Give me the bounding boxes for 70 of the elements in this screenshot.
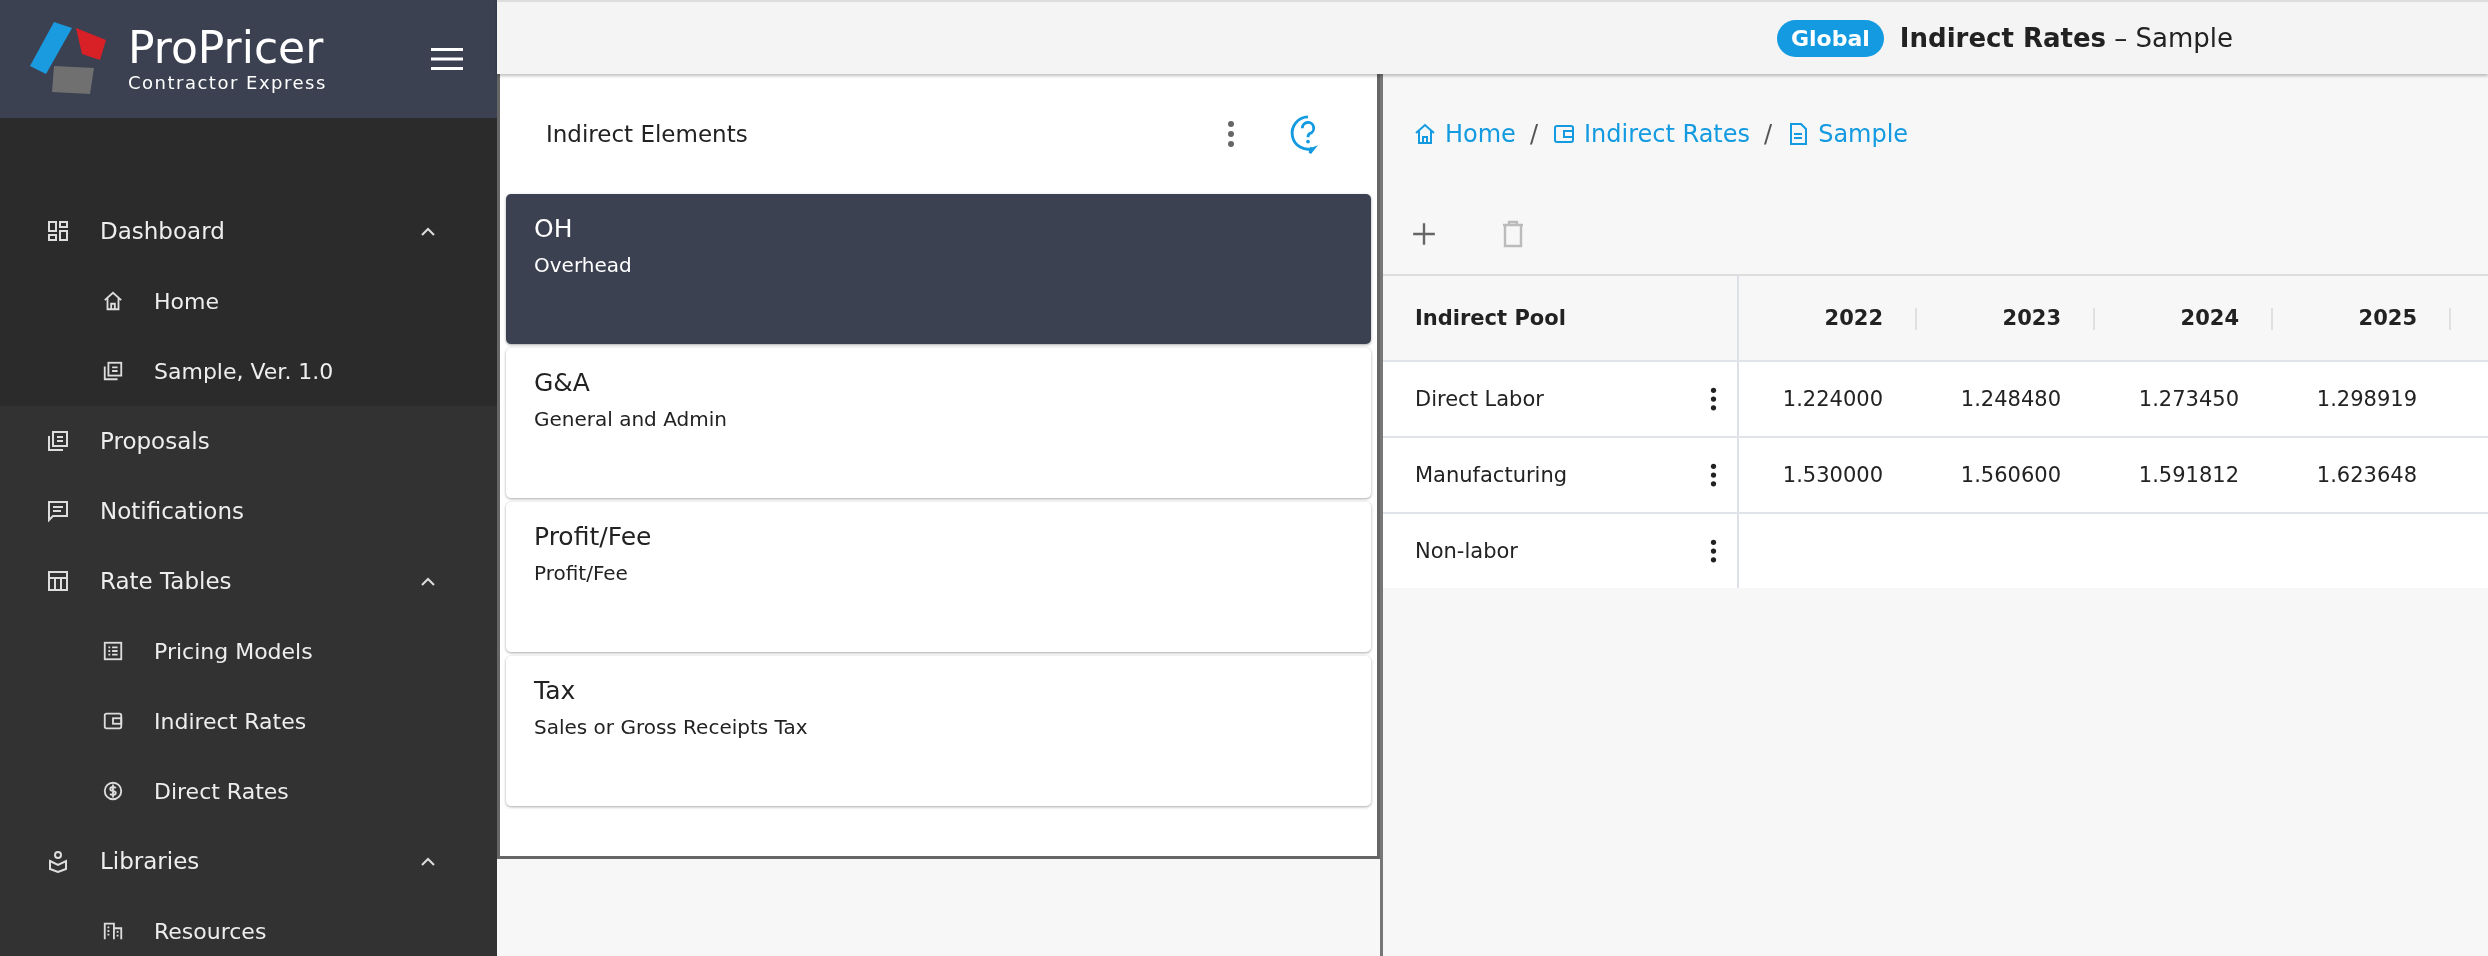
table-cell: 1.530000	[1782, 463, 1883, 487]
table-cell: 1.273450	[2138, 387, 2239, 411]
nav-icon	[102, 290, 124, 312]
element-name: Profit/Fee	[534, 561, 629, 585]
brand-tagline: Contractor Express	[128, 71, 328, 93]
element-code: Profit/Fee	[534, 522, 653, 551]
add-icon[interactable]	[1411, 221, 1437, 247]
element-card[interactable]: Tax Sales or Gross Receipts Tax	[506, 656, 1371, 806]
table-cell: 1.224000	[1782, 387, 1883, 411]
table-cell: Manufacturing	[1415, 463, 1568, 487]
brand-name: ProPricer	[128, 25, 325, 72]
element-card[interactable]: OH Overhead	[506, 194, 1371, 344]
more-icon[interactable]	[1710, 538, 1717, 564]
nav-icon	[46, 849, 70, 873]
column-header[interactable]: 2024	[2095, 276, 2273, 360]
table-cell: 1.591812	[2138, 463, 2239, 487]
element-code: G&A	[534, 368, 591, 397]
nav-item[interactable]: Pricing Models	[0, 616, 497, 686]
nav-item[interactable]: Rate Tables	[0, 546, 497, 616]
element-name: General and Admin	[534, 407, 728, 431]
nav-icon	[46, 569, 70, 593]
menu-icon[interactable]	[431, 47, 463, 71]
chevron-icon[interactable]	[421, 856, 435, 866]
table-cell: Non-labor	[1415, 539, 1518, 563]
nav-icon	[102, 360, 124, 382]
breadcrumb-label: Sample	[1818, 120, 1909, 148]
scope-badge: Global	[1777, 19, 1884, 57]
breadcrumb-separator: /	[1529, 120, 1538, 148]
home-icon	[1413, 122, 1437, 146]
element-code: OH	[534, 214, 574, 243]
breadcrumb-label: Home	[1445, 120, 1516, 148]
element-card[interactable]: Profit/Fee Profit/Fee	[506, 502, 1371, 652]
page-title: Indirect Rates – Sample	[1899, 23, 2234, 53]
table-cell: 1.248480	[1960, 387, 2061, 411]
nav-item[interactable]: Indirect Rates	[0, 686, 497, 756]
nav-item[interactable]: Dashboard	[0, 196, 497, 266]
column-header[interactable]: 2023	[1917, 276, 2095, 360]
column-header[interactable]: 2022	[1739, 276, 1917, 360]
element-card[interactable]: G&A General and Admin	[506, 348, 1371, 498]
column-header[interactable]: Indirect Pool	[1383, 276, 1739, 360]
nav-item[interactable]: Resources	[0, 896, 497, 956]
breadcrumb-label: Indirect Rates	[1583, 120, 1751, 148]
table-cell: 1.623648	[2316, 463, 2417, 487]
nav-item[interactable]: Direct Rates	[0, 756, 497, 826]
column-header[interactable]: 2025	[2273, 276, 2451, 360]
wallet-icon	[1551, 122, 1576, 146]
element-name: Sales or Gross Receipts Tax	[534, 715, 809, 739]
nav-icon	[46, 499, 70, 523]
nav-icon	[46, 429, 70, 453]
nav-icon	[102, 780, 124, 802]
more-icon[interactable]	[1710, 386, 1717, 412]
nav-icon	[46, 219, 70, 243]
table-cell: Direct Labor	[1415, 387, 1544, 411]
chevron-icon[interactable]	[421, 576, 435, 586]
nav-icon	[102, 640, 124, 662]
nav-item[interactable]: Libraries	[0, 826, 497, 896]
panel-title: Indirect Elements	[546, 121, 749, 147]
nav-icon	[102, 920, 124, 942]
nav-item[interactable]: Sample, Ver. 1.0	[0, 336, 497, 406]
nav-item[interactable]: Notifications	[0, 476, 497, 546]
breadcrumb-separator: /	[1764, 120, 1773, 148]
element-name: Overhead	[534, 253, 633, 277]
table-cell: 1.560600	[1960, 463, 2061, 487]
element-code: Tax	[534, 676, 577, 705]
nav-item[interactable]: Proposals	[0, 406, 497, 476]
table-cell: 1.298919	[2316, 387, 2417, 411]
nav-icon	[102, 710, 124, 732]
chevron-icon[interactable]	[421, 226, 435, 236]
nav-item[interactable]: Home	[0, 266, 497, 336]
more-icon[interactable]	[1710, 462, 1717, 488]
